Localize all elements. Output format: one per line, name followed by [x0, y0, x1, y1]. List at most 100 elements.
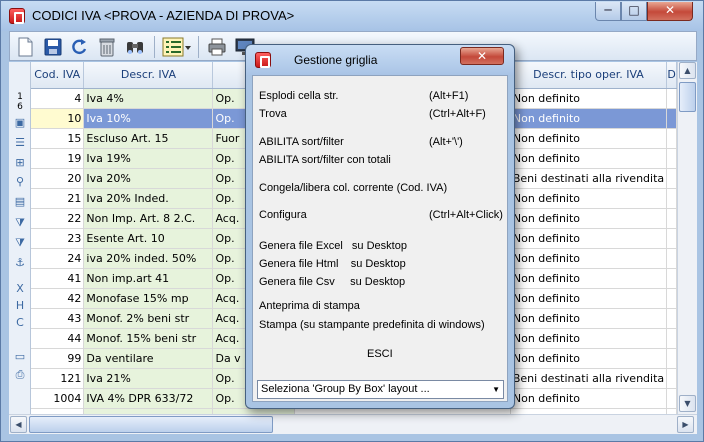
cell-descr-iva[interactable]: Esente Art. 10 [83, 228, 214, 249]
menu-item-abilita-sort-filter-totali[interactable]: ABILITA sort/filter con totali [259, 154, 391, 166]
grid-list-icon[interactable] [162, 36, 192, 58]
cell-descr-tipo-oper[interactable]: Non definito [510, 388, 668, 409]
filter-clear-icon[interactable]: ⧩ [13, 236, 27, 250]
scroll-right-button[interactable]: ▶ [677, 416, 694, 433]
cell-descr-iva[interactable]: Da ventilare [83, 348, 214, 369]
menu-item-stampa[interactable]: Stampa (su stampante predefinita di wind… [259, 319, 485, 331]
export-csv-icon[interactable]: C [13, 316, 27, 330]
cell-descr-tipo-oper[interactable]: Non definito [510, 248, 668, 269]
menu-item-genera-csv[interactable]: Genera file Csv su Desktop [259, 276, 405, 288]
export-html-icon[interactable]: H [13, 299, 27, 313]
cell-descr-iva[interactable]: Monof. 2% beni str [83, 308, 214, 329]
cell-extra[interactable] [666, 168, 677, 189]
cell-cod-iva[interactable]: 121 [31, 368, 85, 389]
cell-cod-iva[interactable]: 22 [31, 208, 85, 229]
cell-descr-iva[interactable]: Non Imp. Art. 8 2.C. [83, 208, 214, 229]
cell-descr-tipo-oper[interactable]: Non definito [510, 208, 668, 229]
menu-item-abilita-sort-filter[interactable]: ABILITA sort/filter [259, 136, 344, 148]
cell-cod-iva[interactable]: 10 [31, 108, 85, 129]
cell-descr-tipo-oper[interactable]: Beni destinati alla rivendita [510, 368, 668, 389]
cell-descr-iva[interactable]: Monof. 15% beni str [83, 328, 214, 349]
cell-descr-tipo-oper[interactable]: Non definito [510, 148, 668, 169]
new-document-icon[interactable] [14, 36, 36, 58]
cell-extra[interactable] [666, 288, 677, 309]
chevron-down-icon[interactable]: ▼ [492, 381, 500, 398]
menu-item-genera-html[interactable]: Genera file Html su Desktop [259, 258, 406, 270]
cell-descr-iva[interactable]: Monofase 15% mp [83, 288, 214, 309]
cell-cod-iva[interactable]: 99 [31, 348, 85, 369]
column-header-descr-iva[interactable]: Descr. IVA [83, 62, 214, 89]
search-icon[interactable] [124, 36, 146, 58]
cell-extra[interactable] [666, 328, 677, 349]
cell-cod-iva[interactable]: 20 [31, 168, 85, 189]
cell-descr-tipo-oper[interactable]: Beni destinati alla rivendita [510, 168, 668, 189]
scroll-thumb[interactable] [679, 82, 696, 112]
cell-cod-iva[interactable]: 42 [31, 288, 85, 309]
cell-descr-tipo-oper[interactable]: Non definito [510, 108, 668, 129]
cell-descr-iva[interactable]: Iva 4% [83, 88, 214, 109]
cell-descr-iva[interactable]: Iva 20% [83, 168, 214, 189]
cell-descr-iva[interactable]: Iva 10% [83, 108, 214, 129]
cell-cod-iva[interactable]: 41 [31, 268, 85, 289]
groupby-layout-select[interactable]: Seleziona 'Group By Box' layout ... ▼ [257, 380, 504, 399]
dialog-close-button[interactable]: ✕ [460, 47, 504, 65]
cell-descr-tipo-oper[interactable]: Non definito [510, 328, 668, 349]
cell-extra[interactable] [666, 188, 677, 209]
esci-button[interactable]: ESCI [367, 348, 393, 360]
cell-descr-iva[interactable]: Non imp.art 41 [83, 268, 214, 289]
menu-item-esplodi-cella[interactable]: Esplodi cella str. [259, 90, 338, 102]
maximize-button[interactable]: □ [621, 2, 647, 21]
printer-icon[interactable]: ⎙ [13, 368, 27, 382]
vertical-scrollbar[interactable]: ▲ ▼ [677, 62, 697, 414]
menu-item-trova[interactable]: Trova [259, 108, 287, 120]
cell-descr-iva[interactable]: Iva 20% Inded. [83, 188, 214, 209]
cell-descr-iva[interactable]: iva 20% inded. 50% [83, 248, 214, 269]
cell-cod-iva[interactable]: 4 [31, 88, 85, 109]
cell-descr-iva[interactable]: IVA 4% DPR 633/72 [83, 388, 214, 409]
cell-cod-iva[interactable]: 21 [31, 188, 85, 209]
cell-cod-iva[interactable]: 23 [31, 228, 85, 249]
cell-extra[interactable] [666, 128, 677, 149]
export-excel-icon[interactable]: X [13, 282, 27, 296]
cell-extra[interactable] [666, 348, 677, 369]
scroll-down-button[interactable]: ▼ [679, 395, 696, 412]
menu-item-genera-excel[interactable]: Genera file Excel su Desktop [259, 240, 407, 252]
cell-descr-tipo-oper[interactable]: Non definito [510, 228, 668, 249]
cell-extra[interactable] [666, 248, 677, 269]
horizontal-scrollbar[interactable]: ◀ ▶ [9, 414, 697, 434]
cell-cod-iva[interactable]: 43 [31, 308, 85, 329]
cell-descr-iva[interactable]: Iva 21% [83, 368, 214, 389]
cell-descr-tipo-oper[interactable]: Non definito [510, 308, 668, 329]
cell-extra[interactable] [666, 108, 677, 129]
cell-cod-iva[interactable]: 1004 [31, 388, 85, 409]
menu-item-configura[interactable]: Configura [259, 209, 307, 221]
menu-item-anteprima-stampa[interactable]: Anteprima di stampa [259, 300, 360, 312]
cell-descr-tipo-oper[interactable]: Non definito [510, 128, 668, 149]
insert-row-icon[interactable]: ⊞ [13, 156, 27, 170]
cell-extra[interactable] [666, 88, 677, 109]
cell-descr-tipo-oper[interactable]: Non definito [510, 188, 668, 209]
anchor-icon[interactable]: ⚓ [13, 256, 27, 270]
column-header-descr-tipo-oper[interactable]: Descr. tipo oper. IVA [510, 62, 668, 89]
zoom-icon[interactable]: ⚲ [13, 175, 27, 189]
record-icon[interactable]: ▣ [13, 116, 27, 130]
minimize-button[interactable]: ─ [595, 2, 621, 21]
cell-descr-tipo-oper[interactable]: Non definito [510, 268, 668, 289]
save-icon[interactable] [42, 36, 64, 58]
cell-descr-iva[interactable]: Escluso Art. 15 [83, 128, 214, 149]
scroll-left-button[interactable]: ◀ [10, 416, 27, 433]
cell-extra[interactable] [666, 268, 677, 289]
list-icon[interactable]: ☰ [13, 136, 27, 150]
cell-cod-iva[interactable]: 19 [31, 148, 85, 169]
cell-cod-iva[interactable]: 15 [31, 128, 85, 149]
cell-cod-iva[interactable]: 24 [31, 248, 85, 269]
close-button[interactable]: ✕ [647, 2, 693, 21]
delete-icon[interactable] [96, 36, 118, 58]
form-icon[interactable]: ▤ [13, 195, 27, 209]
cell-descr-tipo-oper[interactable]: Non definito [510, 288, 668, 309]
cell-extra[interactable] [666, 308, 677, 329]
print-icon[interactable] [206, 36, 228, 58]
cell-descr-tipo-oper[interactable]: Non definito [510, 88, 668, 109]
preview-icon[interactable]: ▭ [13, 350, 27, 364]
cell-extra[interactable] [666, 228, 677, 249]
